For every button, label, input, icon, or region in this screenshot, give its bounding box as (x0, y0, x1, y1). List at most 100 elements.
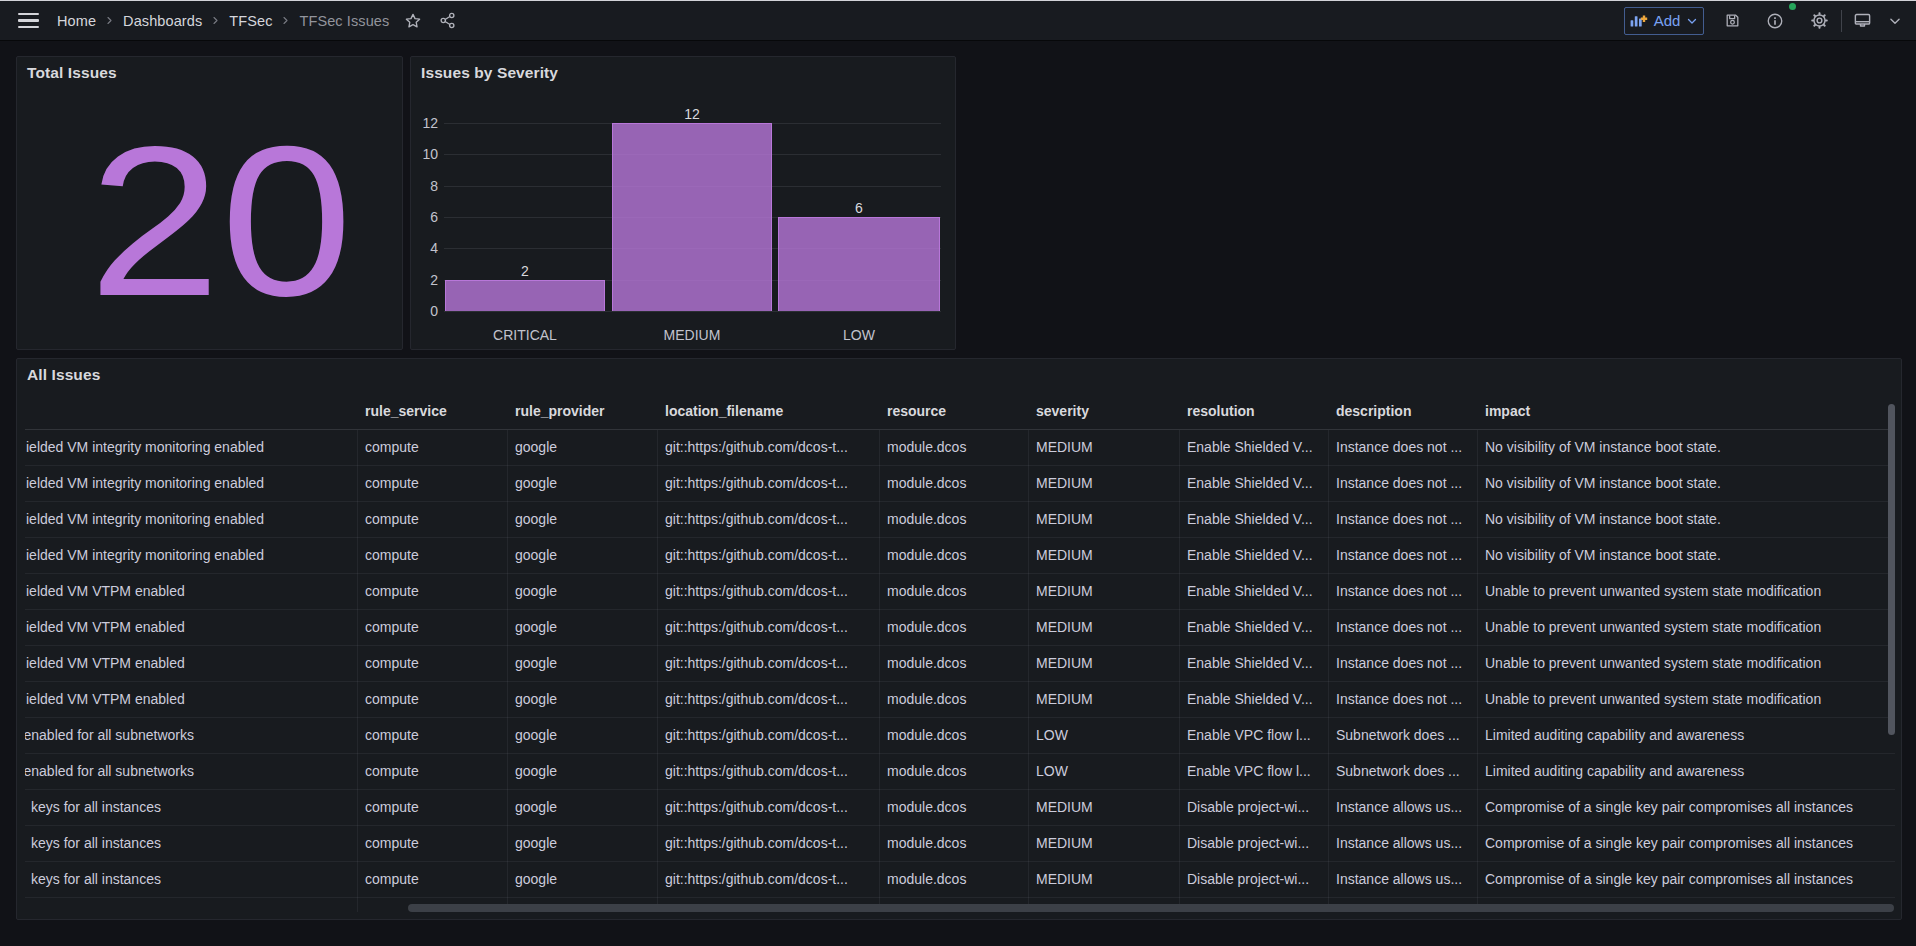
table-cell: google (507, 718, 657, 753)
table-cell: compute (357, 466, 507, 501)
column-header-rule_service[interactable]: rule_service (357, 395, 507, 430)
table-cell: ielded VM integrity monitoring enabled (25, 466, 357, 501)
table-cell: google (507, 538, 657, 573)
menu-icon[interactable] (18, 13, 39, 28)
table-cell: Enable Shielded V... (1179, 646, 1328, 681)
table-cell: Enable Shielded V... (1179, 466, 1328, 501)
column-header-rule_provider[interactable]: rule_provider (507, 395, 657, 430)
table-column-divider (507, 430, 508, 912)
table-cell: module.dcos (879, 826, 1028, 861)
table-cell: Instance allows us... (1328, 790, 1477, 825)
column-header-resolution[interactable]: resolution (1179, 395, 1328, 430)
table-cell: MEDIUM (1028, 538, 1179, 573)
table-cell: MEDIUM (1028, 790, 1179, 825)
table-row: keys for all instancescomputegooglegit::… (25, 826, 1895, 862)
table-row: ielded VM VTPM enabledcomputegooglegit::… (25, 574, 1895, 610)
table-row: enabled for all subnetworkscomputegoogle… (25, 754, 1895, 790)
panel-issues-by-severity: Issues by Severity 0246810122CRITICAL12M… (410, 56, 956, 350)
table-cell: MEDIUM (1028, 610, 1179, 645)
bar-critical[interactable] (445, 280, 605, 311)
horizontal-scrollbar-thumb[interactable] (408, 904, 1894, 912)
table-cell: module.dcos (879, 754, 1028, 789)
table-cell: Enable Shielded V... (1179, 538, 1328, 573)
table-row: keys for all instancescomputegooglegit::… (25, 862, 1895, 898)
table-cell: google (507, 646, 657, 681)
table-cell: Compromise of a single key pair compromi… (1477, 862, 1895, 897)
bar-medium[interactable] (612, 123, 772, 311)
table-row: keys for all instancescomputegooglegit::… (25, 790, 1895, 826)
table-row: ielded VM integrity monitoring enabledco… (25, 538, 1895, 574)
table-cell: module.dcos (879, 646, 1028, 681)
bar-low[interactable] (778, 217, 940, 311)
table-cell: google (507, 826, 657, 861)
table-cell: keys for all instances (25, 826, 357, 861)
table-cell: MEDIUM (1028, 646, 1179, 681)
table-cell: No visibility of VM instance boot state. (1477, 466, 1895, 501)
table-cell: Instance does not ... (1328, 538, 1477, 573)
table-cell: module.dcos (879, 790, 1028, 825)
table-cell: git::https:/github.com/dcos-t... (657, 826, 879, 861)
table-cell: Instance does not ... (1328, 502, 1477, 537)
table-column-divider (357, 430, 358, 912)
column-header-impact[interactable]: impact (1477, 395, 1895, 430)
table-cell: git::https:/github.com/dcos-t... (657, 610, 879, 645)
column-header-description[interactable]: description (1328, 395, 1477, 430)
table-cell: module.dcos (879, 610, 1028, 645)
window-top-edge (0, 0, 1916, 1)
table-cell: Instance allows us... (1328, 826, 1477, 861)
y-axis-tick-label: 2 (411, 272, 438, 288)
table-cell: No visibility of VM instance boot state. (1477, 538, 1895, 573)
panel-title: Issues by Severity (421, 64, 558, 82)
gridline (444, 311, 941, 312)
save-icon[interactable] (1716, 5, 1748, 37)
table-cell: Enable VPC flow l... (1179, 754, 1328, 789)
monitor-icon[interactable] (1846, 5, 1878, 37)
vertical-scrollbar-thumb[interactable] (1888, 404, 1895, 735)
table-cell: google (507, 682, 657, 717)
table-row: enabled for all subnetworkscomputegoogle… (25, 718, 1895, 754)
y-axis-tick-label: 4 (411, 240, 438, 256)
gear-icon[interactable] (1803, 5, 1835, 37)
table-cell: google (507, 466, 657, 501)
y-axis-tick-label: 0 (411, 303, 438, 319)
y-axis-tick-label: 8 (411, 178, 438, 194)
add-button[interactable]: Add (1624, 7, 1704, 35)
panel-total-issues: Total Issues 20 (16, 56, 403, 350)
table: rule_servicerule_providerlocation_filena… (25, 395, 1895, 912)
breadcrumb-item-dashboards[interactable]: Dashboards (123, 13, 202, 29)
breadcrumb-item-home[interactable]: Home (57, 13, 96, 29)
table-cell: Instance does not ... (1328, 610, 1477, 645)
toolbar-divider (1841, 10, 1842, 32)
table-cell: MEDIUM (1028, 574, 1179, 609)
column-header-resource[interactable]: resource (879, 395, 1028, 430)
breadcrumb-item-tfsec[interactable]: TFSec (229, 13, 272, 29)
table-column-divider (1179, 430, 1180, 912)
panel-all-issues: All Issues rule_servicerule_providerloca… (16, 358, 1902, 920)
table-cell: LOW (1028, 718, 1179, 753)
info-icon[interactable] (1759, 5, 1791, 37)
table-cell: git::https:/github.com/dcos-t... (657, 862, 879, 897)
column-header-severity[interactable]: severity (1028, 395, 1179, 430)
table-cell: enabled for all subnetworks (25, 754, 357, 789)
table-cell: git::https:/github.com/dcos-t... (657, 646, 879, 681)
chevron-down-icon[interactable] (1883, 5, 1907, 37)
table-cell: Enable Shielded V... (1179, 430, 1328, 465)
table-cell: git::https:/github.com/dcos-t... (657, 502, 879, 537)
panel-title: Total Issues (27, 64, 117, 82)
share-icon[interactable] (431, 5, 463, 37)
table-cell: compute (357, 754, 507, 789)
table-cell: Limited auditing capability and awarenes… (1477, 718, 1895, 753)
column-header-location_filename[interactable]: location_filename (657, 395, 879, 430)
table-column-divider (1028, 430, 1029, 912)
table-cell: module.dcos (879, 718, 1028, 753)
table-row: ielded VM VTPM enabledcomputegooglegit::… (25, 646, 1895, 682)
table-cell: module.dcos (879, 574, 1028, 609)
table-cell: ielded VM VTPM enabled (25, 574, 357, 609)
table-cell: compute (357, 646, 507, 681)
star-icon[interactable] (397, 5, 429, 37)
table-column-divider (1328, 430, 1329, 912)
table-cell: MEDIUM (1028, 862, 1179, 897)
table-cell: Enable Shielded V... (1179, 574, 1328, 609)
breadcrumb-separator-icon (211, 16, 220, 25)
table-cell: git::https:/github.com/dcos-t... (657, 430, 879, 465)
